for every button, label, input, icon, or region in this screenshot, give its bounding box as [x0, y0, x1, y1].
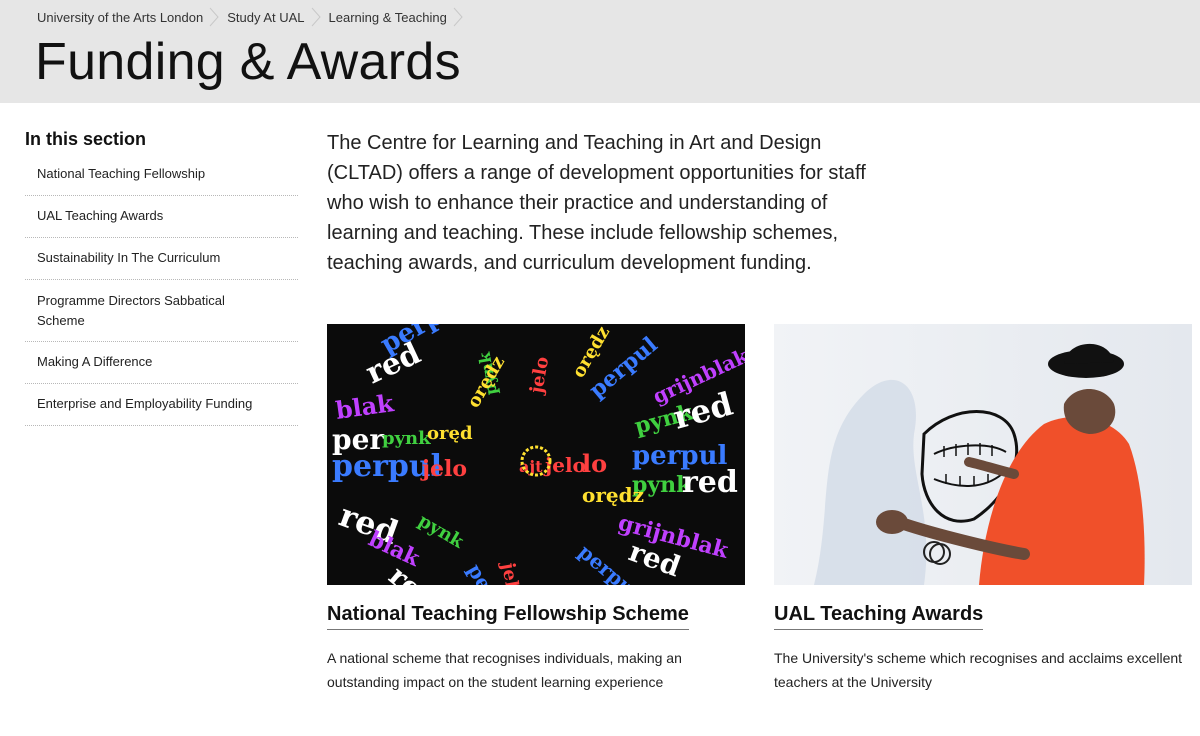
- svg-text:lo: lo: [582, 449, 607, 478]
- breadcrumb-label: University of the Arts London: [37, 9, 204, 25]
- page-title: Funding & Awards: [35, 33, 461, 91]
- chevron-right-icon: [209, 7, 219, 27]
- sidebar-list: National Teaching Fellowship UAL Teachin…: [25, 154, 298, 426]
- svg-text:red: red: [682, 465, 738, 500]
- svg-text:oręd: oręd: [427, 423, 473, 444]
- page-header: University of the Arts London Study At U…: [0, 0, 1200, 103]
- card-title-link[interactable]: National Teaching Fellowship Scheme: [327, 603, 689, 630]
- sidebar-item-ual-teaching-awards[interactable]: UAL Teaching Awards: [25, 196, 298, 238]
- breadcrumb-label: Study At UAL: [227, 9, 305, 25]
- breadcrumb: University of the Arts London Study At U…: [37, 7, 471, 27]
- sidebar-item-programme-directors-sabbatical[interactable]: Programme Directors Sabbatical Scheme: [25, 280, 298, 342]
- card-description: The University's scheme which recognises…: [774, 650, 1183, 690]
- artist-drawing-photo-image[interactable]: [774, 324, 1192, 585]
- svg-text:jelo: jelo: [420, 456, 467, 482]
- sidebar-item-sustainability[interactable]: Sustainability In The Curriculum: [25, 238, 298, 280]
- breadcrumb-item-ual[interactable]: University of the Arts London: [37, 7, 227, 27]
- sidebar-item-national-teaching-fellowship[interactable]: National Teaching Fellowship: [25, 154, 298, 196]
- intro-paragraph: The Centre for Learning and Teaching in …: [327, 132, 866, 274]
- card-national-teaching-fellowship: red perpul blak per pynk oręd perpul jel…: [327, 324, 745, 694]
- sidebar-heading: In this section: [25, 129, 147, 149]
- chevron-right-icon: [453, 7, 463, 27]
- chevron-right-icon: [311, 7, 321, 27]
- svg-text:orędz: orędz: [582, 483, 644, 507]
- sidebar-item-enterprise-employability[interactable]: Enterprise and Employability Funding: [25, 384, 298, 426]
- card-description: A national scheme that recognises indivi…: [327, 650, 682, 690]
- breadcrumb-label: Learning & Teaching: [328, 9, 447, 25]
- breadcrumb-item-study[interactable]: Study At UAL: [227, 7, 328, 27]
- card-title-link[interactable]: UAL Teaching Awards: [774, 603, 984, 630]
- breadcrumb-item-learning-teaching[interactable]: Learning & Teaching: [329, 7, 471, 27]
- section-sidebar: In this section National Teaching Fellow…: [25, 128, 298, 426]
- svg-text:pynk: pynk: [382, 428, 431, 449]
- card-ual-teaching-awards: UAL Teaching Awards The University's sch…: [774, 324, 1192, 694]
- colour-words-artwork-image[interactable]: red perpul blak per pynk oręd perpul jel…: [327, 324, 745, 585]
- sidebar-item-making-a-difference[interactable]: Making A Difference: [25, 342, 298, 384]
